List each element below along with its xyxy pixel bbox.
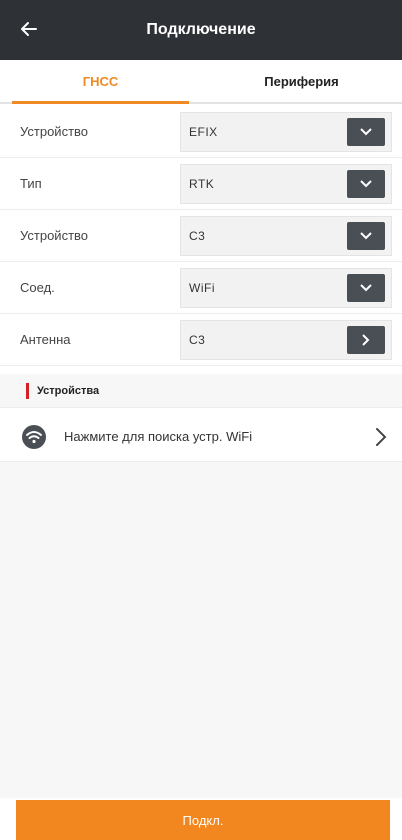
- chevron-right-icon: [362, 334, 370, 346]
- antenna-open-button[interactable]: [347, 326, 385, 354]
- row-value: EFIX: [189, 125, 218, 139]
- row-connection: Соед. WiFi: [0, 262, 402, 314]
- wifi-icon: [22, 425, 46, 449]
- dropdown-button[interactable]: [347, 222, 385, 250]
- row-antenna: Антенна C3: [0, 314, 402, 366]
- top-bar: Подключение: [0, 0, 402, 60]
- chevron-down-icon: [360, 284, 372, 292]
- dropdown-button[interactable]: [347, 118, 385, 146]
- section-title: Устройства: [37, 384, 100, 397]
- chevron-down-icon: [360, 180, 372, 188]
- chevron-down-icon: [360, 128, 372, 136]
- device-model-select[interactable]: C3: [180, 216, 392, 256]
- row-label: Устройство: [20, 228, 89, 243]
- chevron-right-icon: [376, 428, 387, 446]
- row-value: C3: [189, 229, 206, 243]
- dropdown-button[interactable]: [347, 170, 385, 198]
- row-device: Устройство EFIX: [0, 106, 402, 158]
- wifi-search-row[interactable]: Нажмите для поиска устр. WiFi: [0, 412, 402, 462]
- devices-section-header: Устройства: [0, 374, 402, 408]
- row-label: Антенна: [20, 332, 71, 347]
- type-select[interactable]: RTK: [180, 164, 392, 204]
- row-label: Тип: [20, 176, 42, 191]
- tab-bar: ГНСС Периферия: [0, 60, 402, 104]
- back-button[interactable]: [14, 14, 44, 44]
- tab-peripheral[interactable]: Периферия: [201, 60, 402, 102]
- chevron-down-icon: [360, 232, 372, 240]
- tab-gnss[interactable]: ГНСС: [0, 60, 201, 104]
- row-label: Устройство: [20, 124, 89, 139]
- wifi-search-label: Нажмите для поиска устр. WiFi: [64, 429, 253, 444]
- settings-list: Устройство EFIX Тип RTK Устройство C3 Со…: [0, 106, 402, 366]
- row-value: C3: [189, 333, 206, 347]
- empty-device-list: [0, 462, 402, 798]
- row-value: WiFi: [189, 281, 215, 295]
- device-select[interactable]: EFIX: [180, 112, 392, 152]
- connection-select[interactable]: WiFi: [180, 268, 392, 308]
- row-value: RTK: [189, 177, 215, 191]
- page-title: Подключение: [146, 21, 256, 38]
- connect-button[interactable]: Подкл.: [16, 800, 390, 840]
- row-label: Соед.: [20, 280, 55, 295]
- section-marker: [26, 382, 29, 399]
- row-device-model: Устройство C3: [0, 210, 402, 262]
- arrow-left-icon: [21, 22, 37, 36]
- row-type: Тип RTK: [0, 158, 402, 210]
- dropdown-button[interactable]: [347, 274, 385, 302]
- antenna-field[interactable]: C3: [180, 320, 392, 360]
